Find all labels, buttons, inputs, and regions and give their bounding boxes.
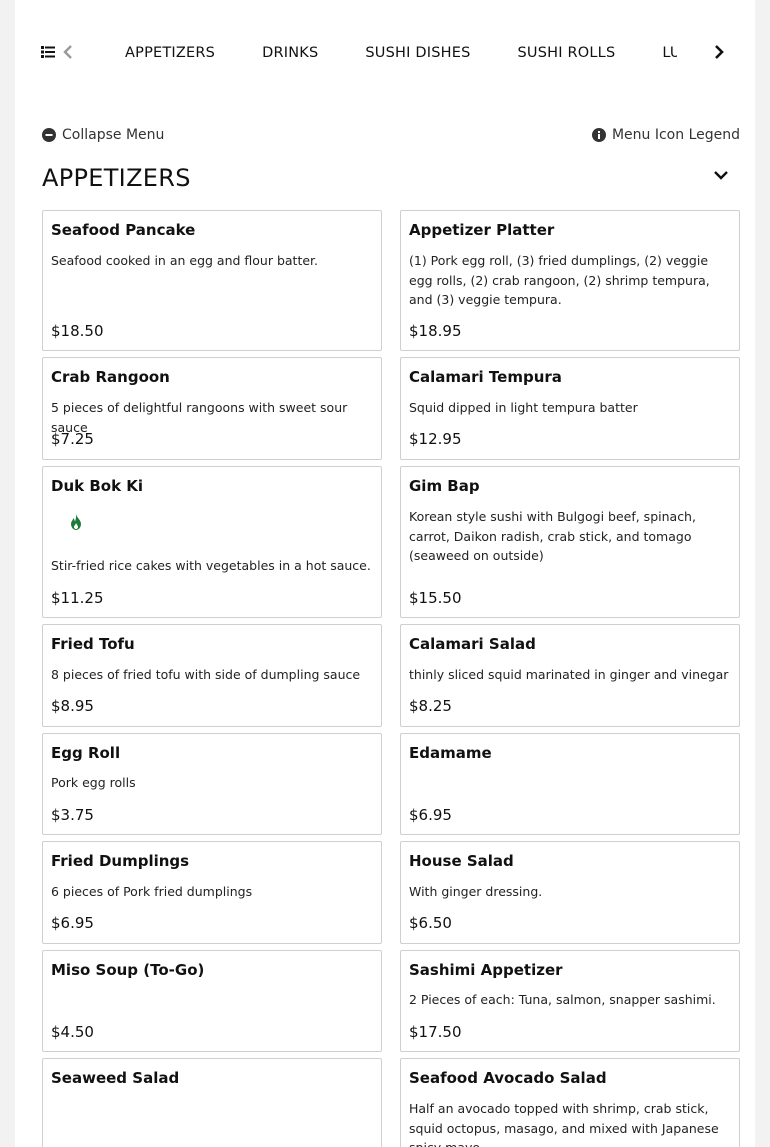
category-tabs: APPETIZERS DRINKS SUSHI DISHES SUSHI ROLLS L…	[105, 40, 677, 66]
item-name: Seafood Avocado Salad	[409, 1069, 607, 1087]
item-description: 8 pieces of fried tofu with side of dump…	[51, 667, 361, 682]
tab-sushi-rolls[interactable]: SUSHI ROLLS	[517, 40, 615, 66]
item-price: $8.95	[51, 697, 94, 715]
item-price: $6.50	[409, 914, 452, 932]
menu-icon-legend-button[interactable]: Menu Icon Legend	[591, 126, 740, 144]
item-name: Fried Dumplings	[51, 852, 190, 870]
item-price: $4.50	[51, 1023, 94, 1041]
menu-item-card[interactable]: Seaweed Salad	[42, 1058, 382, 1147]
item-name: Seafood Pancake	[51, 221, 196, 239]
item-price: $17.50	[409, 1023, 462, 1041]
tab-lunch[interactable]: LUNCH	[662, 40, 677, 66]
tab-appetizers[interactable]: APPETIZERS	[125, 40, 215, 66]
section-title: APPETIZERS	[42, 164, 191, 192]
item-description: (1) Pork egg roll, (3) fried dumplings, …	[409, 253, 710, 307]
chevron-down-icon[interactable]	[713, 169, 729, 181]
menu-item-card[interactable]: Fried Tofu 8 pieces of fried tofu with s…	[42, 624, 382, 727]
menu-item-card[interactable]: Sashimi Appetizer 2 Pieces of each: Tuna…	[400, 950, 740, 1052]
item-price: $7.25	[51, 430, 94, 448]
item-price: $18.95	[409, 322, 462, 340]
minus-circle-icon	[42, 128, 56, 142]
menu-page: APPETIZERS DRINKS SUSHI DISHES SUSHI ROLLS L…	[15, 0, 755, 1147]
item-description: With ginger dressing.	[409, 884, 543, 899]
item-price: $12.95	[409, 430, 462, 448]
menu-item-card[interactable]: House Salad With ginger dressing. $6.50	[400, 841, 740, 944]
item-description: Half an avocado topped with shrimp, crab…	[409, 1101, 719, 1147]
menu-item-card[interactable]: Calamari Salad thinly sliced squid marin…	[400, 624, 740, 727]
collapse-menu-label: Collapse Menu	[62, 127, 165, 143]
item-description: Stir-fried rice cakes with vegetables in…	[51, 558, 371, 573]
item-price: $3.75	[51, 806, 94, 824]
menu-item-card[interactable]: Miso Soup (To-Go) $4.50	[42, 950, 382, 1052]
item-description: thinly sliced squid marinated in ginger …	[409, 667, 729, 682]
menu-icon-legend-label: Menu Icon Legend	[611, 127, 740, 143]
item-price: $6.95	[409, 806, 452, 824]
chevron-left-icon[interactable]	[62, 44, 74, 60]
list-icon[interactable]	[41, 46, 55, 58]
item-price: $8.25	[409, 697, 452, 715]
item-description: 5 pieces of delightful rangoons with swe…	[51, 400, 348, 435]
menu-item-card[interactable]: Duk Bok Ki Stir-fried rice cakes with ve…	[42, 466, 382, 618]
item-name: Duk Bok Ki	[51, 477, 144, 495]
item-description: 2 Pieces of each: Tuna, salmon, snapper …	[409, 992, 716, 1007]
menu-item-card[interactable]: Appetizer Platter (1) Pork egg roll, (3)…	[400, 210, 740, 351]
menu-item-card[interactable]: Seafood Avocado Salad Half an avocado to…	[400, 1058, 740, 1147]
menu-item-card[interactable]: Calamari Tempura Squid dipped in light t…	[400, 357, 740, 460]
item-name: Crab Rangoon	[51, 368, 170, 386]
item-name: Calamari Salad	[409, 635, 536, 653]
item-price: $18.50	[51, 322, 104, 340]
item-price: $6.95	[51, 914, 94, 932]
menu-item-card[interactable]: Seafood Pancake Seafood cooked in an egg…	[42, 210, 382, 351]
category-nav: APPETIZERS DRINKS SUSHI DISHES SUSHI ROLLS L…	[15, 0, 755, 105]
menu-item-card[interactable]: Edamame $6.95	[400, 733, 740, 835]
collapse-menu-button[interactable]: Collapse Menu	[42, 126, 164, 144]
item-description: Pork egg rolls	[51, 775, 136, 790]
item-name: House Salad	[409, 852, 514, 870]
item-name: Fried Tofu	[51, 635, 135, 653]
item-name: Sashimi Appetizer	[409, 961, 563, 979]
item-price: $15.50	[409, 589, 462, 607]
chevron-right-icon[interactable]	[712, 44, 726, 60]
menu-item-card[interactable]: Gim Bap Korean style sushi with Bulgogi …	[400, 466, 740, 618]
item-name: Appetizer Platter	[409, 221, 555, 239]
item-name: Gim Bap	[409, 477, 480, 495]
item-price: $11.25	[51, 589, 104, 607]
item-description: Seafood cooked in an egg and flour batte…	[51, 253, 319, 268]
item-name: Edamame	[409, 744, 492, 762]
menu-item-card[interactable]: Egg Roll Pork egg rolls $3.75	[42, 733, 382, 835]
item-name: Miso Soup (To-Go)	[51, 961, 205, 979]
item-name: Seaweed Salad	[51, 1069, 180, 1087]
item-description: Korean style sushi with Bulgogi beef, sp…	[409, 509, 696, 563]
menu-item-card[interactable]: Fried Dumplings 6 pieces of Pork fried d…	[42, 841, 382, 944]
item-name: Egg Roll	[51, 744, 121, 762]
item-description: Squid dipped in light tempura batter	[409, 400, 638, 415]
tab-drinks[interactable]: DRINKS	[262, 40, 318, 66]
spicy-flame-icon	[71, 514, 81, 530]
info-circle-icon	[591, 128, 606, 142]
item-name: Calamari Tempura	[409, 368, 562, 386]
menu-item-card[interactable]: Crab Rangoon 5 pieces of delightful rang…	[42, 357, 382, 460]
tab-sushi-dishes[interactable]: SUSHI DISHES	[365, 40, 470, 66]
item-description: 6 pieces of Pork fried dumplings	[51, 884, 253, 899]
